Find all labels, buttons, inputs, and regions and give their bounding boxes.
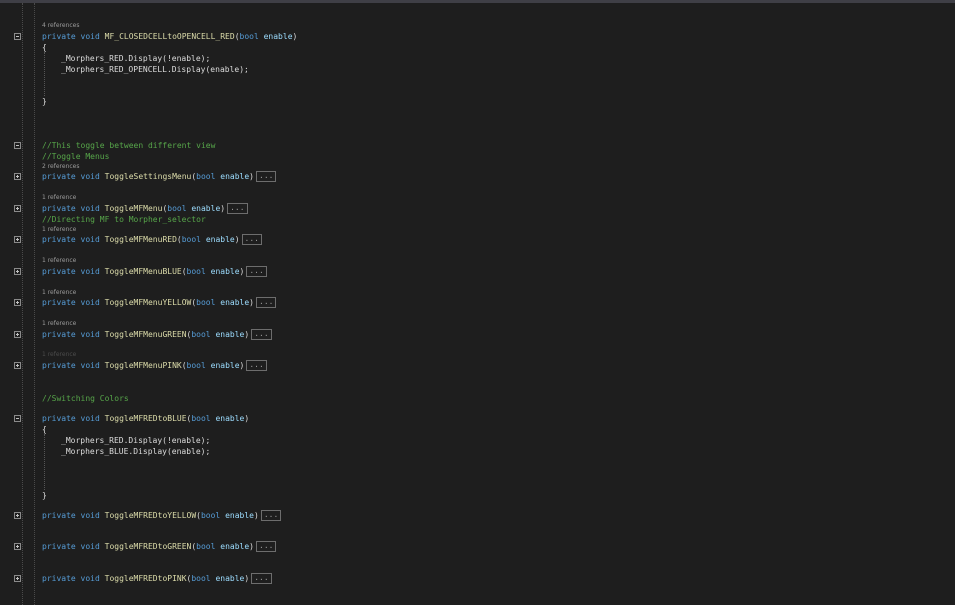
codelens-references[interactable]: 1 reference [42,257,76,265]
codelens-references[interactable]: 1 reference [42,351,76,359]
code-statement: _Morphers_BLUE.Display(enable); [61,447,211,456]
code-statement: _Morphers_RED.Display(!enable); [61,436,211,445]
fold-toggle-plus-icon[interactable] [14,173,21,180]
fold-toggle-minus-icon[interactable] [14,142,21,149]
method-signature[interactable]: private void MF_CLOSEDCELLtoOPENCELL_RED… [42,31,297,42]
codelens-references[interactable]: 1 reference [42,320,76,328]
fold-toggle-plus-icon[interactable] [14,575,21,582]
fold-toggle-minus-icon[interactable] [14,415,21,422]
method-signature[interactable]: private void ToggleSettingsMenu(bool ena… [42,171,277,182]
code-brace-close: } [42,97,47,106]
fold-toggle-minus-icon[interactable] [14,33,21,40]
collapsed-code-button[interactable]: ... [246,360,267,371]
method-signature[interactable]: private void ToggleMFMenuGREEN(bool enab… [42,329,272,340]
editor-top-border [0,0,955,3]
method-signature[interactable]: private void ToggleMFREDtoPINK(bool enab… [42,573,272,584]
method-signature[interactable]: private void ToggleMFMenuBLUE(bool enabl… [42,266,267,277]
fold-toggle-plus-icon[interactable] [14,512,21,519]
code-comment: //Switching Colors [42,394,129,403]
collapsed-code-button[interactable]: ... [256,541,277,552]
collapsed-code-button[interactable]: ... [227,203,248,214]
codelens-references[interactable]: 2 references [42,163,80,171]
codelens-references[interactable]: 1 reference [42,194,76,202]
fold-toggle-plus-icon[interactable] [14,236,21,243]
indent-guide [44,434,45,490]
fold-toggle-plus-icon[interactable] [14,299,21,306]
collapsed-code-button[interactable]: ... [256,297,277,308]
gutter-guide [22,3,23,605]
code-brace-close: } [42,491,47,500]
collapsed-code-button[interactable]: ... [256,171,277,182]
fold-toggle-plus-icon[interactable] [14,543,21,550]
codelens-references[interactable]: 1 reference [42,289,76,297]
gutter-guide [34,3,35,605]
indent-guide [44,52,45,96]
code-statement: _Morphers_RED_OPENCELL.Display(enable); [61,65,249,74]
codelens-references[interactable]: 1 reference [42,226,76,234]
collapsed-code-button[interactable]: ... [241,234,262,245]
method-signature[interactable]: private void ToggleMFREDtoYELLOW(bool en… [42,510,282,521]
method-signature[interactable]: private void ToggleMFMenu(bool enable)..… [42,203,248,214]
fold-toggle-plus-icon[interactable] [14,362,21,369]
method-signature[interactable]: private void ToggleMFMenuPINK(bool enabl… [42,360,267,371]
collapsed-code-button[interactable]: ... [260,510,282,521]
fold-toggle-plus-icon[interactable] [14,268,21,275]
collapsed-code-button[interactable]: ... [246,266,267,277]
collapsed-code-button[interactable]: ... [251,573,272,584]
method-signature[interactable]: private void ToggleMFREDtoBLUE(bool enab… [42,413,249,424]
fold-toggle-plus-icon[interactable] [14,331,21,338]
code-statement: _Morphers_RED.Display(!enable); [61,54,211,63]
codelens-references[interactable]: 4 references [42,22,80,30]
code-comment: //Directing MF to Morpher_selector [42,215,206,224]
fold-toggle-plus-icon[interactable] [14,205,21,212]
method-signature[interactable]: private void ToggleMFMenuRED(bool enable… [42,234,262,245]
method-signature[interactable]: private void ToggleMFMenuYELLOW(bool ena… [42,297,277,308]
collapsed-code-button[interactable]: ... [251,329,272,340]
code-comment: //Toggle Menus [42,152,110,161]
code-comment: //This toggle between different view [42,141,216,150]
method-signature[interactable]: private void ToggleMFREDtoGREEN(bool ena… [42,541,277,552]
